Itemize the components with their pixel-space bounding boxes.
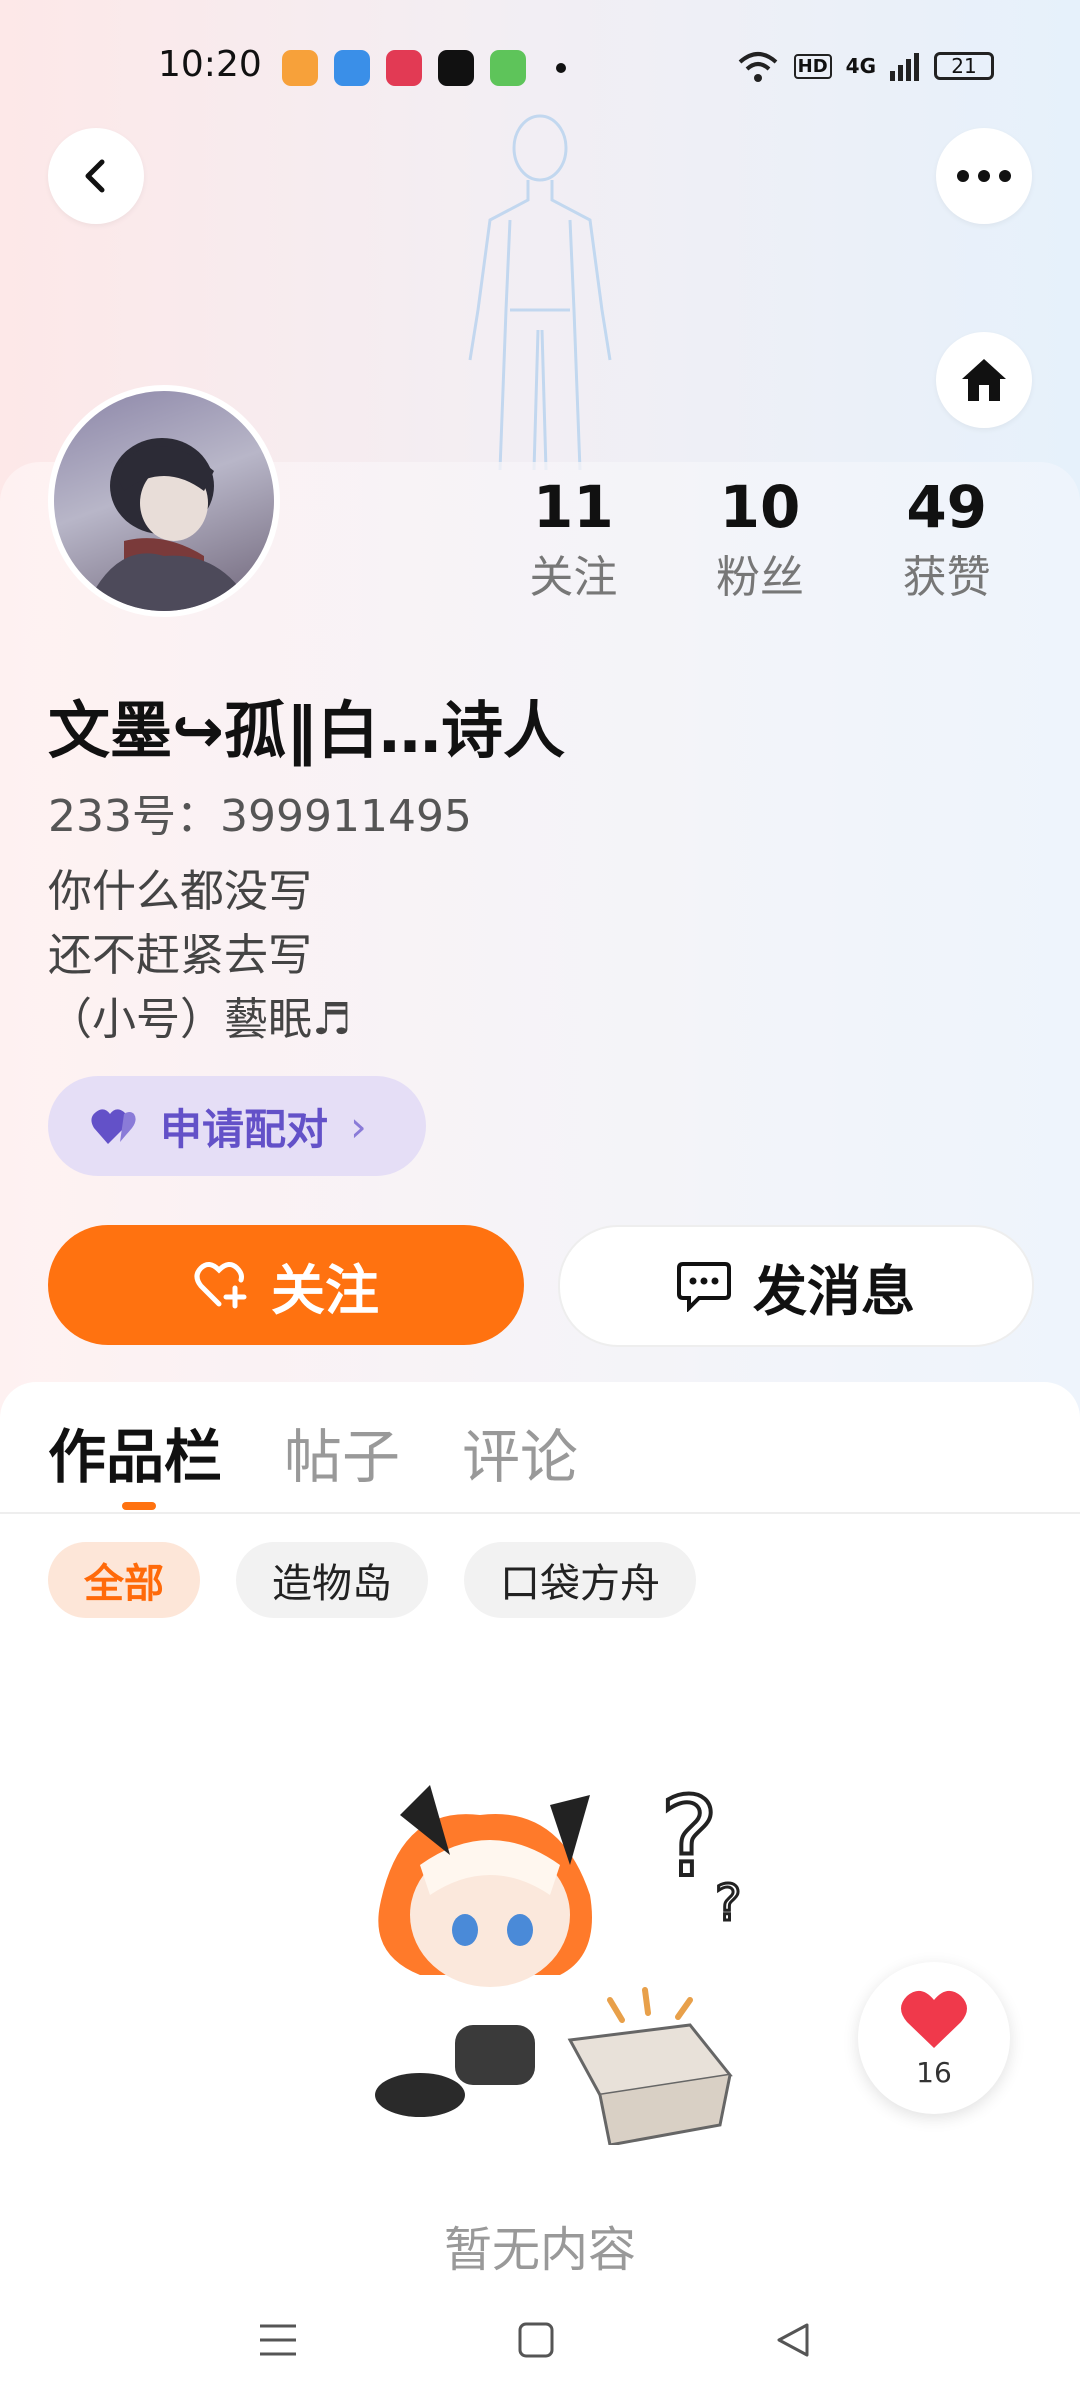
triangle-back-icon: [777, 2323, 809, 2357]
status-time: 10:20: [158, 44, 262, 85]
stat-followers[interactable]: 10 粉丝: [667, 472, 854, 608]
bio-line: 还不赶紧去写: [48, 930, 312, 981]
double-heart-icon: [91, 1109, 136, 1144]
network-label: 4G: [845, 54, 876, 78]
tab-comments[interactable]: 评论: [462, 1410, 578, 1494]
app-notification-icon: [334, 50, 370, 86]
heart-icon: [901, 1990, 967, 2048]
profile-tabs: 作品栏 帖子 评论: [48, 1410, 578, 1494]
back-button[interactable]: [48, 128, 144, 224]
status-indicators: HD 4G 21: [736, 48, 994, 84]
match-label: 申请配对: [160, 1104, 329, 1154]
profile-bio: 你什么都没写 还不赶紧去写 （小号）藝眠♬: [48, 860, 351, 1052]
empty-state-text: 暂无内容: [443, 2222, 636, 2278]
app-notification-icon: [438, 50, 474, 86]
svg-text:?: ?: [660, 1773, 718, 1901]
tab-divider: [0, 1512, 1080, 1514]
chevron-left-icon: [85, 159, 105, 193]
like-floating-button[interactable]: 16: [858, 1962, 1010, 2114]
app-notification-icon: [386, 50, 422, 86]
stat-value: 49: [906, 473, 988, 541]
nav-back-button[interactable]: [762, 2310, 822, 2370]
signal-icon: [890, 53, 919, 81]
nav-home-button[interactable]: [506, 2310, 566, 2370]
avatar-image: [84, 438, 254, 611]
home-icon: [962, 359, 1006, 401]
tab-works[interactable]: 作品栏: [48, 1410, 222, 1494]
profile-name: 文墨↪孤‖白…诗人: [48, 694, 565, 767]
system-navigation-bar: [0, 2280, 1080, 2400]
filter-chip-all[interactable]: 全部: [48, 1542, 200, 1618]
follow-label: 关注: [271, 1258, 379, 1322]
profile-stats: 11 关注 10 粉丝 49 获赞: [480, 472, 1040, 608]
profile-id[interactable]: 233号：399911495: [48, 780, 472, 844]
more-button[interactable]: [936, 128, 1032, 224]
chat-bubble-icon: [677, 1262, 731, 1312]
menu-icon: [260, 2324, 296, 2356]
tab-posts[interactable]: 帖子: [284, 1410, 400, 1494]
stat-label: 粉丝: [716, 552, 804, 603]
empty-state-mascot-illustration: ? ?: [375, 1771, 743, 2145]
message-label: 发消息: [753, 1259, 915, 1323]
stat-following[interactable]: 11 关注: [480, 472, 667, 608]
svg-text:?: ?: [715, 1874, 742, 1932]
stat-label: 关注: [529, 552, 618, 603]
app-notification-icon: [282, 50, 318, 86]
battery-level: 21: [951, 54, 977, 78]
bio-line: （小号）藝眠♬: [48, 994, 352, 1045]
filter-chips: 全部 造物岛 口袋方舟: [48, 1542, 696, 1618]
stat-value: 10: [719, 473, 801, 541]
square-icon: [518, 2322, 554, 2358]
follow-button[interactable]: 关注: [48, 1225, 524, 1345]
match-request-button[interactable]: 申请配对 ›: [48, 1076, 426, 1176]
like-count: 16: [916, 2055, 952, 2089]
active-tab-indicator: [122, 1502, 156, 1510]
nav-menu-button[interactable]: [248, 2310, 308, 2370]
more-horizontal-icon: [957, 170, 1011, 182]
filter-chip-creation-island[interactable]: 造物岛: [236, 1542, 428, 1618]
heart-plus-icon: [194, 1262, 247, 1309]
notification-icons: [282, 50, 566, 86]
avatar[interactable]: [48, 385, 280, 617]
chevron-right-icon: ›: [350, 1101, 367, 1151]
wifi-icon: [738, 52, 777, 82]
hologram-figure-image: [468, 114, 612, 470]
app-notification-icon: [490, 50, 526, 86]
more-notifications-dot-icon: [556, 63, 566, 73]
filter-chip-pocket-ark[interactable]: 口袋方舟: [464, 1542, 696, 1618]
stat-value: 11: [532, 473, 614, 541]
status-bar: 10:20 HD 4G 21: [0, 0, 1080, 130]
hd-badge: HD: [793, 53, 832, 79]
message-button[interactable]: 发消息: [558, 1225, 1034, 1347]
home-button[interactable]: [936, 332, 1032, 428]
bio-line: 你什么都没写: [48, 866, 312, 917]
stat-label: 获赞: [902, 552, 991, 603]
stat-likes[interactable]: 49 获赞: [853, 472, 1040, 608]
battery-icon: 21: [934, 52, 994, 80]
